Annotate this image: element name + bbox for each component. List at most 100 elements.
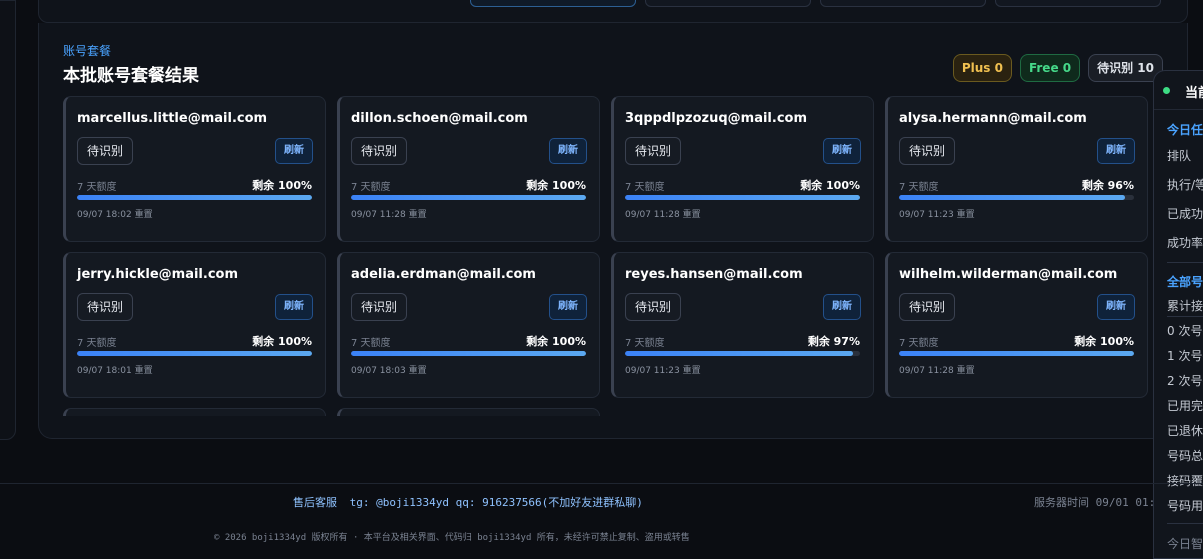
quota-progress-bar [899, 351, 1134, 356]
account-email: alysa.hermann@mail.com [899, 111, 1087, 126]
support-text: tg: @boji1334yd qq: 916237566(不加好友进群私聊) [349, 496, 643, 509]
account-card: 3qppdlpzozuq@mail.com 待识别 刷新 7 天额度 剩余 10… [611, 96, 874, 242]
account-card: reyes.hansen@mail.com 待识别 刷新 7 天额度 剩余 97… [611, 252, 874, 398]
refresh-button[interactable]: 刷新 [1097, 138, 1135, 164]
refresh-button[interactable]: 刷新 [275, 138, 313, 164]
quota-remaining: 剩余 100% [252, 335, 312, 348]
quota-progress-fill [77, 351, 312, 356]
quota-label: 7 天额度 [625, 338, 665, 349]
side-panel-header: 当前 [1154, 71, 1203, 110]
all-stat-row: 号码用 [1167, 499, 1203, 513]
quota-progress-fill [351, 195, 586, 200]
reset-time: 09/07 11:28 重置 [899, 366, 975, 376]
refresh-button[interactable]: 刷新 [823, 138, 861, 164]
account-email: 3qppdlpzozuq@mail.com [625, 111, 808, 126]
quota-progress-fill [77, 195, 312, 200]
quota-progress-bar [899, 195, 1134, 200]
quota-progress-bar [625, 195, 860, 200]
plan-summary-chips: Plus 0 Free 0 待识别 10 [952, 54, 1163, 82]
quota-label: 7 天额度 [899, 182, 939, 193]
account-grid: marcellus.little@mail.com 待识别 刷新 7 天额度 剩… [63, 96, 1150, 416]
plan-status-badge: 待识别 [351, 293, 408, 321]
account-email: marcellus.little@mail.com [77, 111, 268, 126]
quota-remaining: 剩余 100% [252, 179, 312, 192]
all-stat-row: 2 次号码 [1167, 374, 1203, 388]
section-title: 本批账号套餐结果 [63, 66, 199, 86]
today-summary-row: 今日智 [1167, 537, 1203, 551]
side-divider [1167, 262, 1203, 263]
quota-remaining: 剩余 100% [526, 335, 586, 348]
quota-progress-bar [77, 195, 312, 200]
quota-remaining: 剩余 100% [526, 179, 586, 192]
quota-progress-bar [351, 195, 586, 200]
quota-remaining: 剩余 100% [800, 179, 860, 192]
side-divider [1167, 316, 1203, 317]
today-stat-row: 排队 [1167, 149, 1192, 163]
all-stat-row: 号码总 [1167, 449, 1203, 463]
quota-remaining: 剩余 100% [1074, 335, 1134, 348]
account-email: reyes.hansen@mail.com [625, 267, 803, 282]
today-task-heading: 今日任 [1167, 123, 1203, 137]
plan-status-badge: 待识别 [899, 137, 956, 165]
copyright-notice: © 2026 boji1334yd 版权所有 · 本平台及相关界面、代码归 bo… [214, 533, 690, 543]
today-stat-row: 执行/等 [1167, 178, 1203, 192]
reset-time: 09/07 11:28 重置 [351, 210, 427, 220]
refresh-button[interactable]: 刷新 [275, 294, 313, 320]
side-divider [1167, 523, 1203, 524]
quota-progress-bar [351, 351, 586, 356]
account-card: alysa.hermann@mail.com 待识别 刷新 7 天额度 剩余 9… [885, 96, 1148, 242]
refresh-button[interactable]: 刷新 [1097, 294, 1135, 320]
reset-time: 09/07 18:03 重置 [351, 366, 427, 376]
all-stat-row: 已退休 [1167, 424, 1203, 438]
quota-label: 7 天额度 [351, 338, 391, 349]
plan-status-badge: 待识别 [625, 137, 682, 165]
plan-status-badge: 待识别 [351, 137, 408, 165]
quota-label: 7 天额度 [77, 182, 117, 193]
toolbar-button[interactable] [820, 0, 986, 7]
reset-time: 09/07 11:23 重置 [899, 210, 975, 220]
support-contact: 售后客服 tg: @boji1334yd qq: 916237566(不加好友进… [293, 494, 643, 510]
account-email: dillon.schoen@mail.com [351, 111, 528, 126]
toolbar-button[interactable] [995, 0, 1161, 7]
toolbar-button[interactable] [645, 0, 811, 7]
account-email: jerry.hickle@mail.com [77, 267, 239, 282]
quota-label: 7 天额度 [351, 182, 391, 193]
all-numbers-heading: 全部号 [1167, 275, 1203, 289]
account-card-partial [337, 408, 600, 416]
account-card: wilhelm.wilderman@mail.com 待识别 刷新 7 天额度 … [885, 252, 1148, 398]
quota-progress-fill [625, 351, 853, 356]
quota-label: 7 天额度 [899, 338, 939, 349]
reset-time: 09/07 18:02 重置 [77, 210, 153, 220]
refresh-button[interactable]: 刷新 [549, 138, 587, 164]
all-stat-row: 接码覆 [1167, 474, 1203, 488]
toolbar-button-primary[interactable] [470, 0, 636, 7]
account-card: jerry.hickle@mail.com 待识别 刷新 7 天额度 剩余 10… [63, 252, 326, 398]
quota-progress-bar [77, 351, 312, 356]
account-plan-panel: 账号套餐 本批账号套餐结果 Plus 0 Free 0 待识别 10 marce… [38, 23, 1188, 439]
account-card: dillon.schoen@mail.com 待识别 刷新 7 天额度 剩余 1… [337, 96, 600, 242]
plan-status-badge: 待识别 [899, 293, 956, 321]
section-label: 账号套餐 [63, 44, 112, 58]
quota-remaining: 剩余 97% [807, 335, 860, 348]
quota-label: 7 天额度 [77, 338, 117, 349]
quota-progress-bar [625, 351, 860, 356]
today-stat-row: 成功率 [1167, 236, 1203, 250]
free-count-badge: Free 0 [1019, 54, 1081, 82]
status-side-panel: 当前 今日任 排队 执行/等 已成功 成功率 全部号 累计接 0 次号码 1 次… [1153, 70, 1203, 559]
quota-progress-fill [625, 195, 860, 200]
account-email: wilhelm.wilderman@mail.com [899, 267, 1118, 282]
plan-status-badge: 待识别 [77, 293, 134, 321]
refresh-button[interactable]: 刷新 [823, 294, 861, 320]
all-stat-row: 已用完 [1167, 399, 1203, 413]
quota-progress-fill [899, 351, 1134, 356]
refresh-button[interactable]: 刷新 [549, 294, 587, 320]
quota-label: 7 天额度 [625, 182, 665, 193]
plus-count-badge: Plus 0 [952, 54, 1012, 82]
all-stat-row: 0 次号码 [1167, 324, 1203, 338]
server-time: 服务器时间 09/01 01: [1034, 496, 1156, 509]
quota-progress-fill [899, 195, 1125, 200]
account-card: adelia.erdman@mail.com 待识别 刷新 7 天额度 剩余 1… [337, 252, 600, 398]
account-card-partial [63, 408, 326, 416]
online-status-dot [1163, 87, 1170, 94]
plan-status-badge: 待识别 [625, 293, 682, 321]
